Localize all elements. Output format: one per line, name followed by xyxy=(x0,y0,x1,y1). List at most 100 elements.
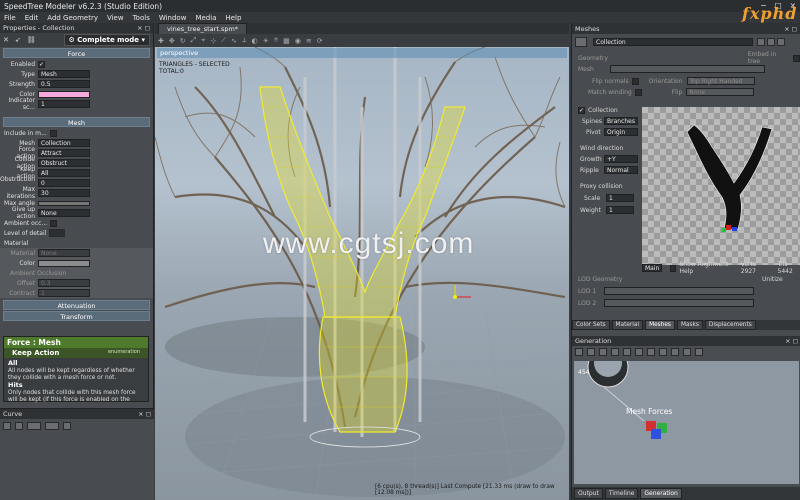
menu-media[interactable]: Media xyxy=(195,14,216,22)
select-tool-icon[interactable]: ✚ xyxy=(158,37,164,45)
gen-force-icon[interactable] xyxy=(635,348,643,356)
mat-color-swatch[interactable] xyxy=(38,259,90,267)
gen-mesh-icon[interactable] xyxy=(647,348,655,356)
force-section-header[interactable]: Force xyxy=(3,48,150,58)
spline-tool-icon[interactable]: ∿ xyxy=(231,37,237,45)
scale-input[interactable]: 1 xyxy=(606,194,634,202)
embed-checkbox[interactable] xyxy=(793,54,800,62)
attenuation-section-header[interactable]: Attenuation xyxy=(3,300,150,310)
gen-check-icon[interactable] xyxy=(659,348,667,356)
menu-file[interactable]: File xyxy=(4,14,16,22)
gen-view-icon[interactable] xyxy=(695,348,703,356)
gen-frond-icon[interactable] xyxy=(599,348,607,356)
tab-color-sets[interactable]: Color Sets xyxy=(572,320,610,330)
growth-dropdown[interactable]: +Y xyxy=(604,155,638,163)
type-dropdown[interactable]: Mesh xyxy=(38,70,90,78)
keep-action-dropdown[interactable]: All xyxy=(38,169,90,177)
menu-edit[interactable]: Edit xyxy=(25,14,39,22)
alignment-help-checkbox[interactable] xyxy=(670,264,677,272)
menu-add-geometry[interactable]: Add Geometry xyxy=(47,14,98,22)
enabled-checkbox[interactable]: ✓ xyxy=(38,60,45,68)
wrench-icon[interactable]: ✕ xyxy=(3,36,9,44)
gen-delete-icon[interactable] xyxy=(671,348,679,356)
camera-tool-icon[interactable]: ⌾ xyxy=(274,36,278,45)
tab-masks[interactable]: Masks xyxy=(676,320,703,330)
hand-icon[interactable] xyxy=(575,37,587,47)
scale-tool-icon[interactable]: ⤢ xyxy=(191,36,197,45)
indicator-input[interactable]: 1 xyxy=(38,100,90,108)
curve-smooth-icon[interactable] xyxy=(45,422,59,430)
lod2-input[interactable] xyxy=(604,299,755,307)
curve-close-icon[interactable]: × ◻ xyxy=(138,410,151,418)
transform-section-header[interactable]: Transform xyxy=(3,311,150,321)
3d-viewport[interactable]: perspective TRIANGLES - SELECTED TOTAL:0… xyxy=(155,47,569,500)
generation-close-icon[interactable]: × ◻ xyxy=(785,337,798,345)
mesh-forces-node-icon[interactable] xyxy=(646,421,667,439)
spines-dropdown[interactable]: Branches xyxy=(604,117,638,125)
axis-tool-icon[interactable]: ⟂ xyxy=(242,36,247,45)
mesh-add-icon[interactable] xyxy=(757,38,765,46)
gen-node-icon[interactable] xyxy=(575,348,583,356)
mesh-preview[interactable] xyxy=(642,107,800,265)
wind-tool-icon[interactable]: ≋ xyxy=(306,37,312,45)
collide-action-dropdown[interactable]: Obstruct xyxy=(38,159,90,167)
move-tool-icon[interactable]: ✥ xyxy=(169,37,175,45)
offset-input[interactable]: 0.3 xyxy=(38,279,90,287)
panel-close-icon[interactable]: × ◻ xyxy=(137,24,150,32)
gen-branch-icon[interactable] xyxy=(611,348,619,356)
include-checkbox[interactable] xyxy=(49,129,57,137)
tab-timeline[interactable]: Timeline xyxy=(604,488,639,499)
grid-tool-icon[interactable]: ▦ xyxy=(283,37,290,45)
gen-lock-icon[interactable] xyxy=(683,348,691,356)
give-up-dropdown[interactable]: None xyxy=(38,209,90,217)
lod-curve-icon[interactable] xyxy=(49,229,66,237)
mesh-dropdown[interactable]: Collection xyxy=(38,139,90,147)
pointer-icon[interactable]: ➶ xyxy=(15,36,21,44)
preview-select[interactable]: Main xyxy=(642,264,663,272)
light-tool-icon[interactable]: ☀ xyxy=(263,37,269,45)
max-iterations-input[interactable]: 30 xyxy=(38,189,90,197)
flip-normals-checkbox[interactable] xyxy=(631,77,639,85)
refresh-tool-icon[interactable]: ⟳ xyxy=(317,37,323,45)
edge-tool-icon[interactable]: ⟋ xyxy=(221,36,226,45)
snap-tool-icon[interactable]: ⌖ xyxy=(201,36,205,45)
mat-material-dropdown[interactable]: None xyxy=(38,249,90,257)
shading-tool-icon[interactable]: ◐ xyxy=(252,37,258,45)
menu-window[interactable]: Window xyxy=(159,14,187,22)
menu-view[interactable]: View xyxy=(107,14,124,22)
tab-vines-tree-start[interactable]: vines_tree_start.spm* xyxy=(158,23,248,34)
mesh-file-input[interactable] xyxy=(609,65,765,73)
menu-help[interactable]: Help xyxy=(225,14,241,22)
mesh-section-header[interactable]: Mesh xyxy=(3,117,150,127)
vertex-tool-icon[interactable]: ⊹ xyxy=(210,37,216,45)
weight-input[interactable]: 1 xyxy=(606,206,634,214)
generation-canvas[interactable]: 454 Mesh Forces xyxy=(574,346,799,484)
rotate-tool-icon[interactable]: ↻ xyxy=(180,37,186,45)
transform-gizmo-icon[interactable] xyxy=(453,285,471,299)
render-tool-icon[interactable]: ◉ xyxy=(295,37,301,45)
curve-linear-icon[interactable] xyxy=(27,422,41,430)
tab-meshes[interactable]: Meshes xyxy=(645,320,675,330)
menu-tools[interactable]: Tools xyxy=(133,14,150,22)
unitize-label[interactable]: Unitize xyxy=(762,276,783,283)
tab-displacements[interactable]: Displacements xyxy=(704,320,756,330)
gen-leaf-icon[interactable] xyxy=(587,348,595,356)
color-swatch[interactable] xyxy=(38,90,90,98)
tab-output[interactable]: Output xyxy=(574,488,603,499)
orientation-dropdown[interactable]: Top Right Handed xyxy=(686,77,755,85)
mode-dropdown[interactable]: ⚙ Complete mode ▾ xyxy=(63,34,150,46)
contract-input[interactable]: 1 xyxy=(38,289,90,297)
ambient-checkbox[interactable] xyxy=(50,219,58,227)
force-action-dropdown[interactable]: Attract xyxy=(38,149,90,157)
curve-tool-icon[interactable] xyxy=(3,422,11,430)
gen-zone-icon[interactable] xyxy=(623,348,631,356)
lod1-input[interactable] xyxy=(604,287,755,295)
pivot-dropdown[interactable]: Origin xyxy=(604,128,638,136)
flip-dropdown[interactable]: None xyxy=(686,88,755,96)
collection-checkbox[interactable]: ✓ xyxy=(578,106,585,114)
match-winding-checkbox[interactable] xyxy=(634,88,642,96)
curve-lock-icon[interactable] xyxy=(15,422,23,430)
collection-dropdown[interactable]: Collection xyxy=(593,38,753,46)
tab-material[interactable]: Material xyxy=(611,320,644,330)
link-icon[interactable]: ⛓ xyxy=(27,36,36,44)
